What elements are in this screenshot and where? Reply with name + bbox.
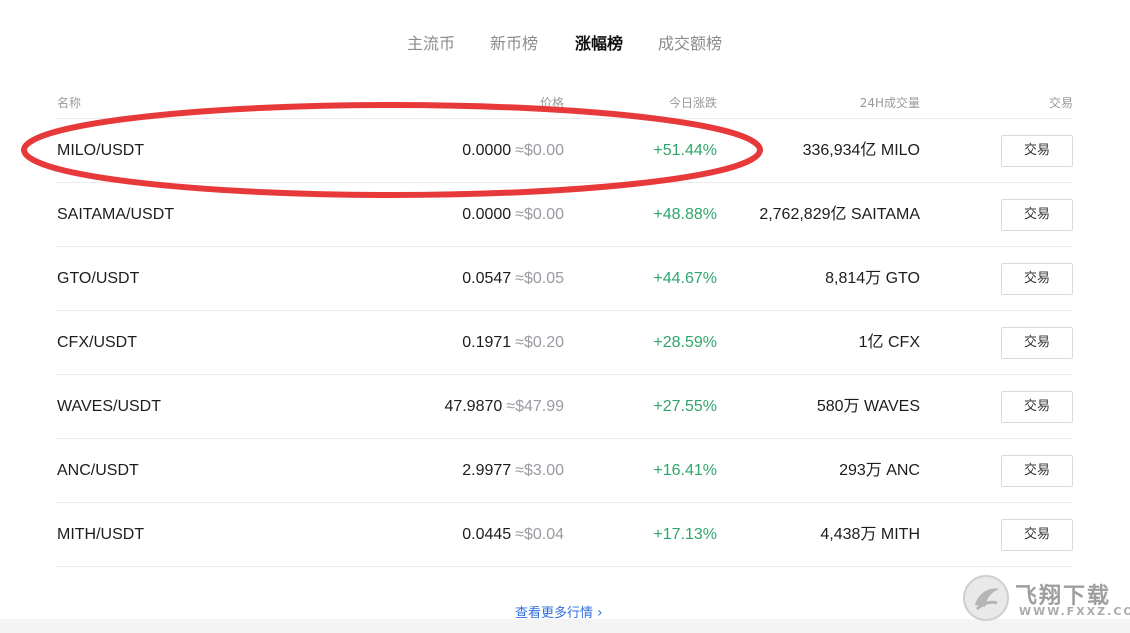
volume-value: 4,438万 MITH <box>820 526 920 543</box>
price-value: 0.0000 <box>462 142 512 159</box>
watermark-subtitle: WWW.FXXZ.COM <box>1019 605 1130 618</box>
price-value: 0.0000 <box>462 206 512 223</box>
table-row[interactable]: GTO/USDT 0.0547 ≈$0.05 +44.67% 8,814万 GTO… <box>57 247 1073 311</box>
footer-band <box>0 619 1130 633</box>
volume-value: 580万 WAVES <box>816 398 920 415</box>
header-price: 价格 <box>539 96 564 110</box>
trade-button[interactable]: 交易 <box>1001 519 1073 551</box>
pair-name: ANC/USDT <box>57 462 139 479</box>
pair-name: MITH/USDT <box>57 526 145 543</box>
change-value: +28.59% <box>653 334 717 351</box>
trade-button[interactable]: 交易 <box>1001 199 1073 231</box>
trade-button[interactable]: 交易 <box>1001 263 1073 295</box>
market-tabs: 主流币 新币榜 涨幅榜 成交额榜 <box>0 30 1130 56</box>
table-row[interactable]: CFX/USDT 0.1971 ≈$0.20 +28.59% 1亿 CFX 交易 <box>57 311 1073 375</box>
price-cell: 0.0000 ≈$0.00 <box>462 119 564 183</box>
change-value: +17.13% <box>653 526 717 543</box>
trade-button[interactable]: 交易 <box>1001 135 1073 167</box>
price-value: 0.1971 <box>462 334 512 351</box>
trade-button[interactable]: 交易 <box>1001 455 1073 487</box>
change-value: +27.55% <box>653 398 717 415</box>
price-usd: ≈$47.99 <box>506 398 564 415</box>
pair-name: WAVES/USDT <box>57 398 162 415</box>
price-usd: ≈$3.00 <box>515 462 564 479</box>
trade-button[interactable]: 交易 <box>1001 391 1073 423</box>
table-row[interactable]: ANC/USDT 2.9977 ≈$3.00 +16.41% 293万 ANC 交… <box>57 439 1073 503</box>
trade-button[interactable]: 交易 <box>1001 327 1073 359</box>
pair-name: CFX/USDT <box>57 334 137 351</box>
price-value: 47.9870 <box>444 398 503 415</box>
change-value: +44.67% <box>653 270 717 287</box>
volume-value: 293万 ANC <box>839 462 920 479</box>
table-header: 名称 价格 今日涨跌 24H成交量 交易 <box>57 88 1073 119</box>
volume-value: 1亿 CFX <box>858 334 920 351</box>
price-cell: 2.9977 ≈$3.00 <box>462 439 564 503</box>
pair-name: MILO/USDT <box>57 142 145 159</box>
price-cell: 0.0445 ≈$0.04 <box>462 503 564 567</box>
header-trade: 交易 <box>1048 96 1073 110</box>
table-row[interactable]: MITH/USDT 0.0445 ≈$0.04 +17.13% 4,438万 MI… <box>57 503 1073 567</box>
price-usd: ≈$0.00 <box>515 206 564 223</box>
volume-value: 2,762,829亿 SAITAMA <box>759 206 920 223</box>
market-table: 名称 价格 今日涨跌 24H成交量 交易 MILO/USDT 0.0000 ≈$0… <box>57 88 1073 567</box>
price-usd: ≈$0.20 <box>515 334 564 351</box>
price-usd: ≈$0.04 <box>515 526 564 543</box>
change-value: +16.41% <box>653 462 717 479</box>
price-cell: 0.0547 ≈$0.05 <box>462 247 564 311</box>
watermark-logo-icon <box>963 575 1009 621</box>
table-row[interactable]: MILO/USDT 0.0000 ≈$0.00 +51.44% 336,934亿 … <box>57 119 1073 183</box>
tab-gainers[interactable]: 涨幅榜 <box>575 30 623 54</box>
price-value: 2.9977 <box>462 462 512 479</box>
price-usd: ≈$0.00 <box>515 142 564 159</box>
tab-new-coins[interactable]: 新币榜 <box>490 30 538 54</box>
watermark: 飞翔下载 WWW.FXXZ.COM <box>963 574 1130 624</box>
header-volume: 24H成交量 <box>859 96 920 110</box>
pair-name: SAITAMA/USDT <box>57 206 175 223</box>
price-cell: 47.9870 ≈$47.99 <box>444 375 564 439</box>
volume-value: 8,814万 GTO <box>825 270 920 287</box>
pair-name: GTO/USDT <box>57 270 140 287</box>
volume-value: 336,934亿 MILO <box>802 142 920 159</box>
price-value: 0.0445 <box>462 526 512 543</box>
change-value: +51.44% <box>653 142 717 159</box>
tab-turnover[interactable]: 成交额榜 <box>658 30 722 54</box>
price-cell: 0.0000 ≈$0.00 <box>462 183 564 247</box>
header-change: 今日涨跌 <box>668 96 717 110</box>
price-value: 0.0547 <box>462 270 512 287</box>
tab-mainstream[interactable]: 主流币 <box>407 30 455 54</box>
table-row[interactable]: SAITAMA/USDT 0.0000 ≈$0.00 +48.88% 2,762,… <box>57 183 1073 247</box>
table-row[interactable]: WAVES/USDT 47.9870 ≈$47.99 +27.55% 580万 W… <box>57 375 1073 439</box>
price-cell: 0.1971 ≈$0.20 <box>462 311 564 375</box>
change-value: +48.88% <box>653 206 717 223</box>
price-usd: ≈$0.05 <box>515 270 564 287</box>
header-name: 名称 <box>57 96 82 110</box>
